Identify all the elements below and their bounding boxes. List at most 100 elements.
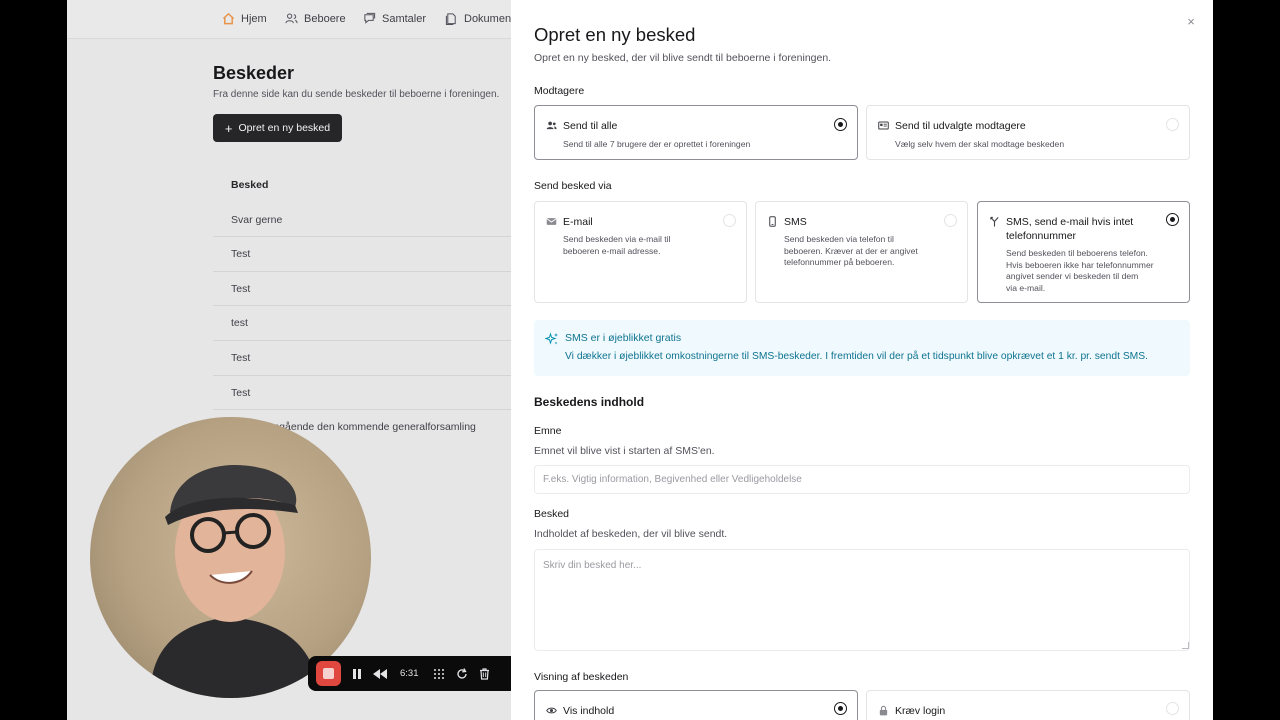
recipient-option-title: Send til alle [563,120,618,132]
restart-button[interactable] [455,667,469,681]
new-message-panel: × Opret en ny besked Opret en ny besked,… [511,0,1213,720]
notice-body: Vi dækker i øjeblikket omkostningerne ti… [565,351,1148,362]
rewind-button[interactable] [373,667,387,681]
desc-line: via e-mail. [1006,282,1046,293]
new-message-button-label: Opret en ny besked [238,122,331,134]
visibility-option-title: Vis indhold [563,705,615,717]
channel-option-desc: Send beskeden via telefon til beboeren. … [784,234,918,269]
nav-item-label: Dokumen [464,12,512,25]
delete-button[interactable] [478,667,492,681]
radio-selected[interactable] [834,702,847,715]
plus-icon: + [224,120,233,136]
desc-line: Send beskeden til beboerens telefon. [1006,248,1148,258]
channel-option-sms-fallback-email[interactable]: SMS, send e-mail hvis intet telefonnumme… [977,201,1190,303]
nav-item-label: Samtaler [382,12,427,25]
phone-icon [769,216,776,227]
radio-unselected[interactable] [723,214,736,227]
message-hint: Indholdet af beskeden, der vil blive sen… [534,528,728,540]
channel-option-sms[interactable]: SMS Send beskeden via telefon til beboer… [755,201,968,303]
desc-line: Send beskeden via telefon til [784,234,894,244]
sms-free-notice: SMS er i øjeblikket gratis Vi dækker i ø… [534,320,1190,376]
title-line: SMS, send e-mail hvis intet [1006,216,1134,228]
messages-table: Besked Svar gerne Test Test test Test Te… [213,166,511,444]
panel-title: Opret en ny besked [534,24,696,45]
recipient-option-all[interactable]: Send til alle Send til alle 7 brugere de… [534,105,858,160]
radio-unselected[interactable] [944,214,957,227]
pause-button[interactable] [350,667,364,681]
table-row[interactable]: test [213,305,511,340]
radio-unselected[interactable] [1166,702,1179,715]
page-title: Beskeder [213,63,295,83]
message-textarea[interactable] [534,549,1190,651]
desc-line: telefonnummer på beboeren. [784,257,895,267]
desc-line: angivet sender vi beskeden til dem [1006,271,1139,281]
mail-icon [546,218,557,225]
users-icon [285,13,298,24]
document-icon [445,13,456,25]
channel-option-desc: Send beskeden via e-mail til beboeren e-… [563,234,670,257]
subject-label: Emne [534,425,562,437]
subject-hint: Emnet vil blive vist i starten af SMS'en… [534,445,715,457]
letterbox-right [1213,0,1280,720]
rewind-icon [373,668,387,679]
desc-line: beboeren e-mail adresse. [563,245,661,256]
page-subtitle: Fra denne side kan du sende beskeder til… [213,89,500,100]
radio-selected[interactable] [834,118,847,131]
letterbox-left [0,0,67,720]
visibility-option-show-content[interactable]: Vis indhold [534,690,858,720]
recipient-option-desc: Send til alle 7 brugere der er oprettet … [563,139,751,149]
table-row[interactable]: Test [213,270,511,306]
visibility-option-require-login[interactable]: Kræv login [866,690,1190,720]
channel-option-desc: Send beskeden til beboerens telefon. Hvi… [1006,248,1154,294]
recipient-option-selected[interactable]: Send til udvalgte modtagere Vælg selv hv… [866,105,1190,160]
channel-option-title: SMS [784,216,807,228]
nav-item-residents[interactable]: Beboere [285,12,346,25]
close-icon[interactable]: × [1185,15,1197,28]
notice-title: SMS er i øjeblikket gratis [565,332,682,344]
chat-icon [364,12,376,24]
eye-icon [546,707,557,714]
desc-line: Send beskeden via e-mail til [563,234,671,244]
trash-icon [480,667,489,680]
lock-icon [879,705,888,716]
table-row[interactable]: Test [213,374,511,410]
nav-item-conversations[interactable]: Samtaler [363,12,426,25]
restart-icon [456,667,467,679]
split-arrow-icon [990,216,999,227]
users-icon [546,121,557,130]
nav-item-label: Hjem [241,12,267,25]
recording-time: 6:31 [400,668,419,679]
recipient-option-title: Send til udvalgte modtagere [895,120,1026,132]
pause-icon [353,668,361,679]
grid-button[interactable] [432,667,446,681]
stop-recording-button[interactable] [316,661,341,686]
nav-item-home[interactable]: Hjem [222,12,267,25]
recipients-label: Modtagere [534,85,585,97]
channel-option-email[interactable]: E-mail Send beskeden via e-mail til bebo… [534,201,747,303]
new-message-button[interactable]: + Opret en ny besked [213,114,342,142]
channel-option-title: SMS, send e-mail hvis intet telefonnumme… [1006,215,1133,243]
stop-icon [323,668,334,679]
channel-option-title: E-mail [563,216,593,228]
textarea-resize-handle[interactable] [1182,642,1189,649]
table-row[interactable]: Test [213,236,511,271]
subject-input[interactable] [534,465,1190,494]
contact-card-icon [878,121,889,130]
table-row[interactable]: Test [213,340,511,375]
nav-item-documents[interactable]: Dokumen [445,12,511,25]
title-line: telefonnummer [1006,230,1077,242]
sparkles-icon [545,332,558,345]
desc-line: Hvis beboeren ikke har telefonnummer [1006,259,1154,270]
radio-unselected[interactable] [1166,118,1179,131]
recorder-toolbar: 6:31 [308,656,512,691]
content-section-title: Beskedens indhold [534,395,645,409]
desc-line: beboeren. Kræver at der er angivet [784,245,918,256]
visibility-option-title: Kræv login [895,705,946,717]
panel-subtitle: Opret en ny besked, der vil blive sendt … [534,52,832,64]
grid-icon [433,668,444,679]
table-row[interactable]: Svar gerne [213,204,511,236]
table-header: Besked [231,179,269,191]
recipient-option-desc: Vælg selv hvem der skal modtage beskeden [895,139,1065,149]
nav-item-label: Beboere [304,12,346,25]
radio-selected[interactable] [1166,213,1179,226]
